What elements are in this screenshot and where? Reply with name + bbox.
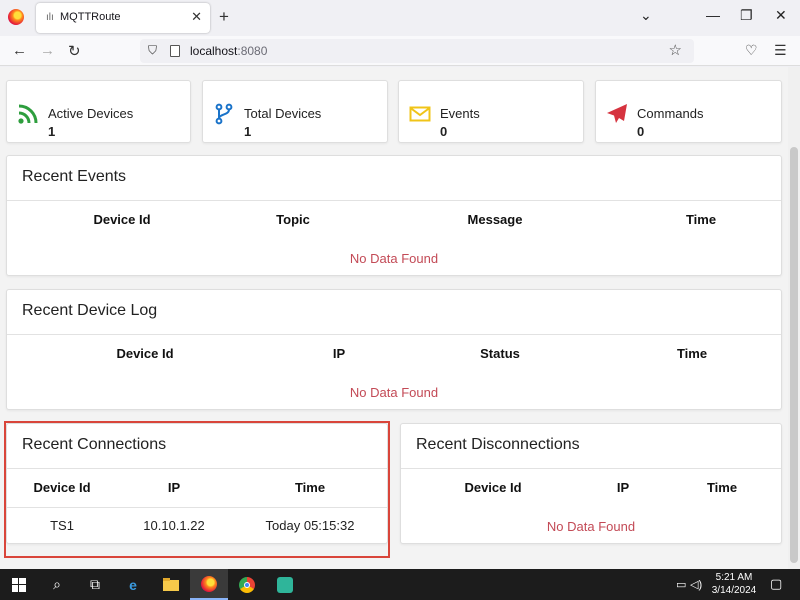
stat-value: 1	[48, 124, 56, 139]
stat-card-active-devices: Active Devices 1	[6, 80, 191, 143]
system-clock[interactable]: 5:21 AM 3/14/2024	[700, 571, 768, 597]
chrome-icon[interactable]	[228, 569, 266, 600]
column-header: IP	[332, 346, 346, 361]
empty-message: No Data Found	[546, 519, 636, 534]
file-explorer-icon[interactable]	[152, 569, 190, 600]
url-text[interactable]: localhost:8080	[190, 44, 267, 58]
column-header: Time	[676, 346, 708, 361]
column-header: Device Id	[464, 480, 522, 495]
minimize-icon[interactable]: —	[706, 7, 720, 23]
new-tab-button[interactable]: +	[219, 7, 229, 27]
divider	[401, 468, 781, 469]
stat-label: Events	[440, 106, 480, 121]
hamburger-menu-icon[interactable]: ☰	[774, 42, 787, 59]
close-tab-icon[interactable]: ✕	[191, 9, 202, 25]
back-icon[interactable]: ←	[12, 42, 27, 59]
bookmark-star-icon[interactable]: ☆	[669, 41, 682, 59]
divider	[7, 468, 387, 469]
recent-events-panel: Recent Events Device Id Topic Message Ti…	[6, 155, 782, 276]
divider	[7, 507, 387, 508]
rss-icon	[18, 104, 38, 124]
forward-icon[interactable]: →	[40, 42, 55, 59]
firefox-taskbar-icon[interactable]	[190, 569, 228, 600]
stat-value: 1	[244, 124, 252, 139]
column-header: Topic	[276, 212, 310, 227]
notifications-icon[interactable]: ▢	[770, 576, 782, 592]
column-header: Time	[294, 480, 326, 495]
column-header: Message	[467, 212, 523, 227]
cell-device-id: TS1	[50, 518, 74, 533]
column-header: IP	[616, 480, 630, 495]
branch-icon	[215, 103, 233, 125]
column-header: IP	[167, 480, 181, 495]
browser-tab[interactable]: ılı MQTTRoute ✕	[36, 3, 210, 33]
stat-card-total-devices: Total Devices 1	[202, 80, 388, 143]
empty-message: No Data Found	[349, 251, 439, 266]
browser-tab-bar: ılı MQTTRoute ✕ + ⌄ — ❐ ✕	[0, 0, 800, 36]
restore-icon[interactable]: ❐	[740, 7, 753, 24]
taskbar: ⌕ ⧉ e ▭ ◁) 5:21 AM 3/14/2024 ▢	[0, 569, 800, 600]
clock-time: 5:21 AM	[715, 572, 753, 583]
column-header: Device Id	[93, 212, 151, 227]
cell-time: Today 05:15:32	[265, 518, 355, 533]
column-header: Device Id	[33, 480, 91, 495]
panel-title: Recent Events	[22, 168, 127, 185]
recent-disconnections-panel: Recent Disconnections Device Id IP Time …	[400, 423, 782, 544]
panel-title: Recent Connections	[22, 436, 167, 453]
recent-connections-panel: Recent Connections Device Id IP Time TS1…	[6, 423, 388, 544]
divider	[7, 200, 781, 201]
stat-card-events: Events 0	[398, 80, 584, 143]
page-scrollbar[interactable]	[788, 67, 800, 569]
firefox-menu-icon[interactable]	[8, 9, 24, 25]
task-view-icon[interactable]: ⧉	[76, 569, 114, 600]
paper-plane-icon	[607, 104, 627, 123]
clock-date: 3/14/2024	[711, 585, 757, 596]
browser-nav-bar: ← → ↻ ⛉ localhost:8080 ☆ ♡ ☰	[0, 36, 800, 66]
edge-icon[interactable]: e	[114, 569, 152, 600]
page-viewport: Active Devices 1 Total Devices 1 Events …	[0, 67, 788, 569]
close-window-icon[interactable]: ✕	[775, 7, 787, 24]
cell-ip: 10.10.1.22	[143, 518, 205, 533]
page-info-icon[interactable]	[170, 45, 180, 57]
column-header: Time	[706, 480, 738, 495]
tab-title: MQTTRoute	[60, 11, 121, 23]
empty-message: No Data Found	[349, 385, 439, 400]
windows-start-icon[interactable]	[0, 569, 38, 600]
pocket-icon[interactable]: ♡	[745, 42, 758, 59]
stat-card-commands: Commands 0	[595, 80, 782, 143]
url-bar[interactable]: ⛉ localhost:8080 ☆	[140, 39, 694, 63]
panel-title: Recent Device Log	[22, 302, 158, 319]
stat-label: Total Devices	[244, 106, 322, 121]
reload-icon[interactable]: ↻	[68, 42, 81, 60]
shield-icon[interactable]: ⛉	[148, 43, 157, 58]
stat-value: 0	[637, 124, 645, 139]
search-icon[interactable]: ⌕	[38, 569, 76, 600]
envelope-icon	[409, 106, 431, 122]
stat-label: Active Devices	[48, 106, 134, 121]
scrollbar-thumb[interactable]	[790, 147, 798, 563]
divider	[7, 334, 781, 335]
network-icon[interactable]: ▭	[676, 578, 686, 591]
recent-device-log-panel: Recent Device Log Device Id IP Status Ti…	[6, 289, 782, 410]
mqtt-favicon-icon: ılı	[46, 12, 54, 23]
column-header: Device Id	[116, 346, 174, 361]
app-icon[interactable]	[266, 569, 304, 600]
list-tabs-icon[interactable]: ⌄	[640, 7, 652, 24]
column-header: Time	[685, 212, 717, 227]
stat-value: 0	[440, 124, 448, 139]
panel-title: Recent Disconnections	[416, 436, 580, 453]
stat-label: Commands	[637, 106, 704, 121]
column-header: Status	[480, 346, 520, 361]
